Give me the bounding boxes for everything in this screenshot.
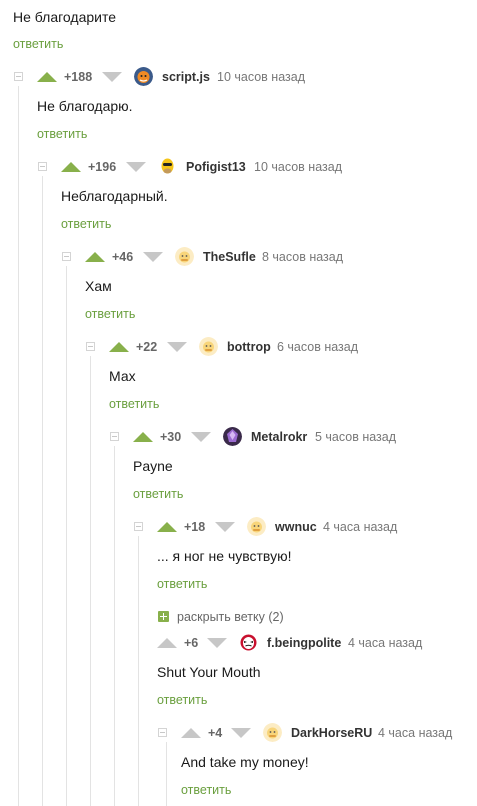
comment-text: Хам [85, 278, 112, 294]
comment-time[interactable]: 4 часа назад [348, 636, 422, 650]
upvote-arrow-icon[interactable] [157, 522, 177, 532]
thread-line [18, 86, 19, 806]
comment-time[interactable]: 5 часов назад [315, 430, 396, 444]
comment-rating: +6 [184, 636, 199, 650]
collapse-toggle[interactable] [86, 342, 95, 351]
thread-line [166, 742, 167, 806]
thread-line [42, 176, 43, 806]
reply-link[interactable]: ответить [133, 487, 183, 501]
reply-link[interactable]: ответить [37, 127, 87, 141]
expand-branch-link[interactable]: раскрыть ветку (2) [177, 610, 284, 624]
comment-text: Мах [109, 368, 136, 384]
upvote-arrow-icon[interactable] [109, 342, 129, 352]
upvote-arrow-icon[interactable] [37, 72, 57, 82]
upvote-arrow-icon[interactable] [157, 638, 177, 648]
default-avatar[interactable] [175, 247, 194, 266]
comment-text: Shut Your Mouth [157, 664, 261, 680]
user-nick[interactable]: bottrop [227, 340, 271, 354]
reply-link[interactable]: ответить [157, 693, 207, 707]
collapse-toggle[interactable] [134, 522, 143, 531]
fox-avatar[interactable] [134, 67, 153, 86]
reply-link[interactable]: ответить [181, 783, 231, 797]
comment-time[interactable]: 4 часа назад [378, 726, 452, 740]
comment-rating: +46 [112, 250, 134, 264]
downvote-arrow-icon[interactable] [207, 638, 227, 648]
collapse-toggle[interactable] [14, 72, 23, 81]
comment-rating: +30 [160, 430, 182, 444]
downvote-arrow-icon[interactable] [167, 342, 187, 352]
default-avatar[interactable] [199, 337, 218, 356]
mask-avatar[interactable] [239, 633, 258, 652]
comment-rating: +196 [88, 160, 117, 174]
user-nick[interactable]: Pofigist13 [186, 160, 246, 174]
user-nick[interactable]: TheSufle [203, 250, 256, 264]
comment-text: Не благодарю. [37, 98, 133, 114]
comment-rating: +18 [184, 520, 206, 534]
thread-line [114, 446, 115, 806]
comment-time[interactable]: 8 часов назад [262, 250, 343, 264]
comment-rating: +4 [208, 726, 223, 740]
comment-time[interactable]: 4 часа назад [323, 520, 397, 534]
reply-link[interactable]: ответить [157, 577, 207, 591]
collapse-toggle[interactable] [62, 252, 71, 261]
upvote-arrow-icon[interactable] [61, 162, 81, 172]
collapse-toggle[interactable] [158, 728, 167, 737]
downvote-arrow-icon[interactable] [102, 72, 122, 82]
homer-avatar[interactable] [158, 157, 177, 176]
comment-text: Payne [133, 458, 173, 474]
downvote-arrow-icon[interactable] [191, 432, 211, 442]
comment-text: And take my money! [181, 754, 309, 770]
user-nick[interactable]: wwnuc [275, 520, 317, 534]
default-avatar[interactable] [247, 517, 266, 536]
user-nick[interactable]: script.js [162, 70, 210, 84]
comment-time[interactable]: 6 часов назад [277, 340, 358, 354]
comment-text: Не благодарите [13, 9, 117, 25]
comment-time[interactable]: 10 часов назад [217, 70, 305, 84]
crystal-avatar[interactable] [223, 427, 242, 446]
downvote-arrow-icon[interactable] [215, 522, 235, 532]
collapse-toggle[interactable] [38, 162, 47, 171]
comment-rating: +22 [136, 340, 158, 354]
expand-branch-icon[interactable] [158, 611, 169, 622]
downvote-arrow-icon[interactable] [126, 162, 146, 172]
user-nick[interactable]: DarkHorseRU [291, 726, 372, 740]
user-nick[interactable]: Metalrokr [251, 430, 307, 444]
reply-link[interactable]: ответить [109, 397, 159, 411]
thread-line [138, 536, 139, 806]
reply-link[interactable]: ответить [85, 307, 135, 321]
comment-text: ... я ног не чувствую! [157, 548, 292, 564]
user-nick[interactable]: f.beingpolite [267, 636, 341, 650]
collapse-toggle[interactable] [110, 432, 119, 441]
default-avatar[interactable] [263, 723, 282, 742]
thread-line [90, 356, 91, 806]
downvote-arrow-icon[interactable] [231, 728, 251, 738]
thread-line [66, 266, 67, 806]
downvote-arrow-icon[interactable] [143, 252, 163, 262]
upvote-arrow-icon[interactable] [133, 432, 153, 442]
reply-link[interactable]: ответить [61, 217, 111, 231]
comment-time[interactable]: 10 часов назад [254, 160, 342, 174]
upvote-arrow-icon[interactable] [85, 252, 105, 262]
upvote-arrow-icon[interactable] [181, 728, 201, 738]
comment-rating: +188 [64, 70, 93, 84]
reply-link[interactable]: ответить [13, 37, 63, 51]
comment-text: Неблагодарный. [61, 188, 168, 204]
